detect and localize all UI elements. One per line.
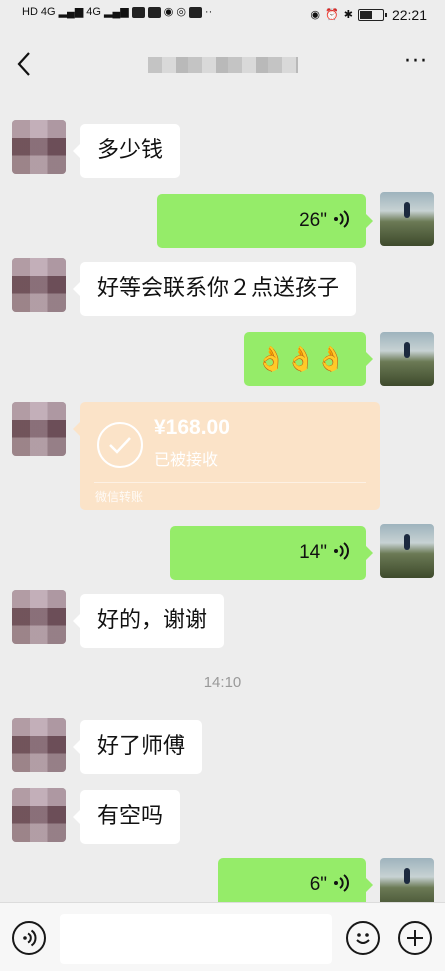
voice-mode-button[interactable]: [12, 921, 46, 955]
message-bubble-in[interactable]: 有空吗: [72, 790, 181, 844]
voice-input-icon: [23, 929, 37, 947]
back-button[interactable]: [10, 48, 38, 80]
more-actions-button[interactable]: [398, 921, 432, 955]
check-circle-icon: [97, 422, 143, 468]
hd-badge: HD: [22, 6, 38, 18]
contact-avatar[interactable]: [12, 120, 66, 174]
contact-avatar[interactable]: [12, 590, 66, 644]
contact-avatar[interactable]: [12, 718, 66, 772]
message-input[interactable]: [60, 914, 332, 964]
network-4g-label-2: 4G: [86, 6, 101, 18]
message-bubble-in[interactable]: 多少钱: [72, 124, 181, 178]
voice-message-bubble[interactable]: 14": [170, 526, 373, 580]
transfer-status: 已被接收: [154, 450, 219, 469]
voice-wave-icon: [334, 874, 349, 892]
wechat-notification-icon: [131, 6, 145, 18]
camera-notification-icon: ◉: [163, 6, 174, 18]
battery-icon: [357, 9, 387, 21]
chat-messages[interactable]: 多少钱 26" 好等会联系你２点送孩子 👌👌👌 ¥168.00 已被接收 微信转…: [0, 94, 445, 902]
contact-avatar[interactable]: [12, 788, 66, 842]
signal-icon-2: ▂▄▆: [103, 6, 129, 18]
emoji-icon: [356, 933, 370, 944]
voice-wave-icon: [334, 210, 349, 228]
upload-notification-icon: [188, 6, 202, 18]
network-4g-label: 4G: [40, 6, 56, 18]
emoji-message-bubble[interactable]: 👌👌👌: [244, 332, 373, 386]
message-timestamp: 14:10: [203, 674, 242, 691]
contact-avatar[interactable]: [12, 258, 66, 312]
voice-duration: 14": [299, 542, 327, 563]
signal-icon: ▂▄▆: [58, 6, 84, 18]
transfer-divider: [94, 482, 366, 483]
battery-level: [359, 11, 372, 19]
status-bar-left: HD 4G ▂▄▆ 4G ▂▄▆ ◉ ◎ ··: [22, 5, 212, 19]
transfer-amount: ¥168.00: [154, 416, 230, 439]
voice-wave-icon: [334, 542, 349, 560]
voice-message-bubble[interactable]: 26": [157, 194, 373, 248]
my-avatar[interactable]: [380, 524, 434, 578]
message-bubble-in[interactable]: 好了师傅: [72, 720, 203, 774]
voice-message-bubble[interactable]: 6": [218, 858, 373, 902]
input-bar: [0, 902, 445, 971]
message-bubble-in[interactable]: 好的，谢谢: [72, 594, 225, 648]
more-button[interactable]: ···: [401, 51, 431, 76]
contact-name-redacted: [148, 57, 298, 73]
contact-avatar[interactable]: [12, 402, 66, 456]
more-notifications-icon: ··: [204, 6, 213, 18]
status-bar-right: ◉ ⏰ ✱ 22:21: [310, 7, 427, 23]
status-bar: HD 4G ▂▄▆ 4G ▂▄▆ ◉ ◎ ·· ◉ ⏰ ✱ 22:21: [0, 0, 445, 34]
message-bubble-in[interactable]: 好等会联系你２点送孩子: [72, 262, 357, 316]
my-avatar[interactable]: [380, 858, 434, 902]
transfer-card[interactable]: ¥168.00 已被接收 微信转账: [73, 402, 380, 510]
my-avatar[interactable]: [380, 192, 434, 246]
bluetooth-icon: ✱: [343, 9, 353, 21]
voice-duration: 26": [299, 210, 327, 231]
plus-icon: [407, 930, 423, 946]
clock: 22:21: [391, 7, 427, 23]
mail-notification-icon: [147, 6, 161, 18]
emoji-button[interactable]: [346, 921, 380, 955]
transfer-footer-label: 微信转账: [95, 490, 144, 504]
chevron-left-icon: [17, 52, 30, 76]
app-notification-icon: ◎: [176, 6, 186, 18]
my-avatar[interactable]: [380, 332, 434, 386]
eye-icon: ◉: [310, 9, 321, 21]
alarm-icon: ⏰: [325, 9, 339, 21]
voice-duration: 6": [309, 874, 327, 895]
chat-header: ···: [0, 34, 445, 94]
